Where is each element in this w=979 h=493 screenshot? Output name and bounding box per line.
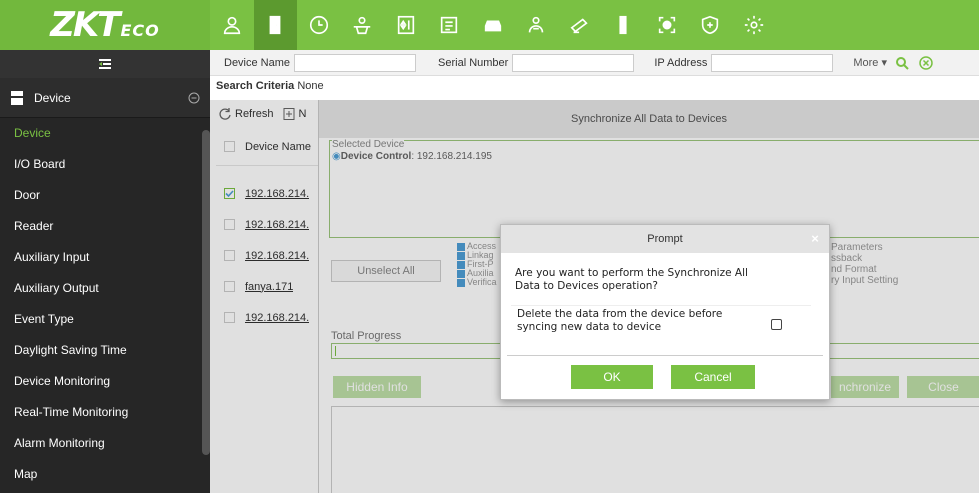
ok-button[interactable]: OK <box>571 365 653 389</box>
device-icon <box>11 90 23 105</box>
delete-before-sync-checkbox[interactable] <box>771 319 782 330</box>
sidebar-menu: Device I/O Board Door Reader Auxiliary I… <box>0 118 200 490</box>
clear-icon[interactable] <box>919 55 933 70</box>
logo-main: ZKT <box>50 5 120 45</box>
video-icon[interactable] <box>558 0 602 50</box>
device-name-input[interactable] <box>294 53 417 72</box>
logo-sub: ECO <box>120 21 160 40</box>
device-name-label: Device Name <box>224 56 291 69</box>
sidebar-item-auxiliary-input[interactable]: Auxiliary Input <box>0 242 200 273</box>
module-device[interactable]: Device <box>0 78 210 118</box>
collapse-menu-button[interactable] <box>0 50 210 78</box>
smart-card-icon[interactable] <box>602 0 646 50</box>
collapse-circle-icon <box>188 92 200 103</box>
person-icon[interactable] <box>210 0 254 50</box>
face-icon[interactable] <box>645 0 689 50</box>
sidebar-item-auxiliary-output[interactable]: Auxiliary Output <box>0 273 200 304</box>
clock-icon[interactable] <box>297 0 341 50</box>
search-criteria: Search Criteria None <box>216 80 324 92</box>
delete-before-sync-label: Delete the data from the device before s… <box>517 308 723 333</box>
sidebar-item-alarm-monitoring[interactable]: Alarm Monitoring <box>0 428 200 459</box>
car-icon[interactable] <box>471 0 515 50</box>
sidebar-item-map[interactable]: Map <box>0 459 200 490</box>
patrol-icon[interactable] <box>515 0 559 50</box>
sidebar: Device Device I/O Board Door Reader Auxi… <box>0 50 210 493</box>
elevator-icon[interactable] <box>384 0 428 50</box>
shield-plus-icon[interactable] <box>689 0 733 50</box>
close-icon[interactable]: × <box>807 225 823 253</box>
delete-before-sync-option: Delete the data from the device before s… <box>511 305 811 334</box>
attendance-icon[interactable] <box>428 0 472 50</box>
prompt-dialog: Prompt × Are you want to perform the Syn… <box>500 224 830 400</box>
sidebar-item-device-monitoring[interactable]: Device Monitoring <box>0 366 200 397</box>
gear-icon[interactable] <box>732 0 776 50</box>
sidebar-item-reader[interactable]: Reader <box>0 211 200 242</box>
sidebar-item-event-type[interactable]: Event Type <box>0 304 200 335</box>
sidebar-item-door[interactable]: Door <box>0 180 200 211</box>
sidebar-item-real-time-monitoring[interactable]: Real-Time Monitoring <box>0 397 200 428</box>
criteria-label: Search Criteria <box>216 80 295 92</box>
ip-address-input[interactable] <box>711 53 834 72</box>
sidebar-item-device[interactable]: Device <box>0 118 200 149</box>
module-label: Device <box>34 90 71 105</box>
search-bar: Device Name Serial Number IP Address Mor… <box>210 50 979 76</box>
door-icon[interactable] <box>253 0 297 50</box>
sidebar-item-io-board[interactable]: I/O Board <box>0 149 200 180</box>
logo: ZKT ECO <box>0 0 210 50</box>
sidebar-scrollbar[interactable] <box>202 130 210 455</box>
sidebar-item-daylight-saving-time[interactable]: Daylight Saving Time <box>0 335 200 366</box>
collapse-icon <box>99 59 111 69</box>
visitor-icon[interactable] <box>341 0 385 50</box>
cancel-button[interactable]: Cancel <box>671 365 755 389</box>
prompt-title: Prompt × <box>501 225 829 253</box>
criteria-value: None <box>297 80 324 92</box>
serial-number-input[interactable] <box>512 53 635 72</box>
serial-number-label: Serial Number <box>438 56 509 69</box>
more-button[interactable]: More ▾ <box>853 56 887 69</box>
divider <box>507 355 823 356</box>
search-icon[interactable] <box>895 56 909 70</box>
ip-address-label: IP Address <box>654 56 708 69</box>
module-icons <box>210 0 776 50</box>
prompt-message: Are you want to perform the Synchronize … <box>515 267 748 292</box>
top-nav-bar: ZKT ECO <box>0 0 979 50</box>
